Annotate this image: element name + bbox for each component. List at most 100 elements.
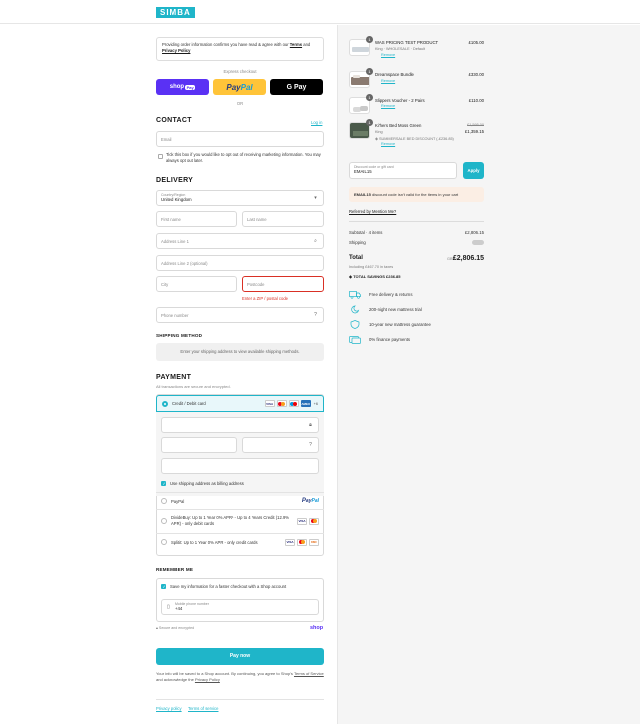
help-icon[interactable]: ? [312,312,319,319]
radio-paypal[interactable] [161,498,167,504]
email-field[interactable]: Email [156,131,324,147]
radio-card[interactable] [162,400,168,407]
feature-text: 0% finance payments [369,337,411,342]
login-link[interactable]: Log in [311,120,322,125]
item-original-price: £1,595.00 [467,123,484,127]
shipping-label: Shipping [349,240,366,245]
total-savings: ◈ TOTAL SAVINGS £236.85 [349,274,401,279]
radio-splitit[interactable] [161,539,167,545]
apply-discount-button[interactable]: Apply [463,162,484,179]
city-field[interactable]: City [156,276,237,292]
privacy-policy-footer-link[interactable]: Privacy policy [156,706,182,711]
pay-now-button[interactable]: Pay now [156,648,324,665]
shop-terms-link[interactable]: Terms of Service [294,671,324,676]
shop-account-notice: Your info will be saved to a Shop accoun… [156,671,324,682]
secure-note: 🔒︎ Secure and encrypted [156,626,195,630]
subtotal-label: Subtotal · 4 items [349,230,383,235]
paypal-logo: PayPal [301,498,319,504]
quantity-badge: 1 [366,36,373,43]
payment-option-paypal[interactable]: PayPal PayPal [156,494,324,508]
mastercard-icon [297,538,307,546]
shield-icon [350,320,360,329]
remember-me-heading: REMEMBER ME [156,567,194,572]
payment-option-dividebuy[interactable]: DivideBuy: Up to 1 Year 0% APR¹ - Up to … [156,511,324,531]
item-name: WAS PRICING TEST PRODUCT [375,40,439,45]
terms-of-service-footer-link[interactable]: Terms of service [188,706,218,711]
feature-text: 10-year new mattress guarantee [369,322,431,327]
country-select[interactable]: Country/Region United Kingdom ▾ [156,190,324,206]
search-icon: ⌕ [314,238,317,244]
phone-icon: ▯ [167,604,170,610]
visa-icon: VISA [285,538,295,546]
shop-pay-button[interactable]: shop Pay [156,79,209,95]
postcode-error: Enter a ZIP / postal code [242,296,289,301]
shipping-method-placeholder: Enter your shipping address to view avai… [156,343,324,361]
visa-icon: VISA [297,517,307,525]
shop-privacy-link[interactable]: Privacy Policy [195,677,220,682]
discover-icon: DISC [309,538,319,546]
mobile-phone-field[interactable]: ▯ Mobile phone number +44 [161,599,319,615]
save-info-row[interactable]: Save my information for a faster checkou… [156,582,324,591]
first-name-field[interactable]: First name [156,211,237,227]
item-price: £110.00 [468,98,484,103]
shop-logo: shop [310,625,324,631]
tax-note: Including £467.70 in taxes [349,265,394,269]
optout-label: Tick this box if you would like to opt o… [166,152,321,163]
delivery-heading: DELIVERY [156,177,194,184]
address-line-2-field[interactable]: Address Line 2 (optional) [156,255,324,271]
terms-link[interactable]: Terms [290,42,302,47]
item-name: Slippers Voucher - 2 Pairs [375,98,425,103]
cvv-field[interactable]: ? [242,437,319,453]
remove-item-button[interactable]: Remove [381,79,395,83]
card-number-field[interactable]: 🔒︎ [161,417,319,433]
mastercard-icon [309,517,319,525]
item-price: £105.00 [468,40,484,45]
name-on-card-field[interactable] [161,458,319,474]
site-header: SIMBA [0,0,640,24]
shipping-method-heading: SHIPPING METHOD [156,333,203,338]
remove-item-button[interactable]: Remove [381,104,395,108]
postcode-field[interactable]: Postcode [242,276,324,292]
help-icon[interactable]: ? [307,442,314,449]
item-variant: King · WHOLESALE · Default [375,47,426,51]
billing-same-row[interactable]: Use shipping address as billing address [156,479,324,488]
chevron-down-icon: ▾ [314,195,317,201]
terms-notice: Providing order information confirms you… [156,37,324,61]
remove-item-button[interactable]: Remove [381,53,395,57]
remove-item-button[interactable]: Remove [381,142,395,146]
payment-option-card[interactable]: Credit / Debit card VISA AMEX +6 [156,395,324,412]
mastercard-icon [276,400,287,407]
discount-code-field[interactable]: Discount code or gift card EMAIL15 [349,162,457,179]
google-pay-button[interactable]: G Pay [270,79,323,95]
expiry-field[interactable] [161,437,237,453]
item-price: £330.00 [468,72,484,77]
discount-error-banner: EMAIL15 discount code isn't valid for th… [349,187,484,202]
total-value: £2,806.15 [452,255,484,262]
card-icon [349,336,361,344]
address-line-1-field[interactable]: Address Line 1 ⌕ [156,233,324,249]
save-info-checkbox[interactable] [161,584,166,589]
mention-me-link[interactable]: Referred by Mention Me? [349,209,396,214]
contact-heading: CONTACT [156,117,192,124]
payment-heading: PAYMENT [156,374,192,381]
privacy-policy-link[interactable]: Privacy Policy [162,48,190,53]
shipping-value-placeholder [472,240,484,245]
item-discount: ◈ SUMMERSALE BED DISCOUNT (-£236.85) [375,137,454,141]
simba-logo[interactable]: SIMBA [156,7,195,18]
maestro-icon [288,400,299,407]
express-checkout-label: Express checkout [223,69,257,74]
billing-same-checkbox[interactable] [161,481,166,486]
phone-field[interactable]: Phone number ? [156,307,324,323]
lock-icon: 🔒︎ [309,422,312,428]
feature-text: 200-night new mattress trial [369,307,422,312]
paypal-express-button[interactable]: Pay Pal [213,79,266,95]
visa-icon: VISA [264,400,275,407]
payment-option-splitit[interactable]: Splitit: Up to 1 Year 0% APR - only cred… [156,536,324,548]
item-name: Ki'hers Bed Moss Green [375,123,422,128]
item-price: £1,359.15 [464,129,484,134]
radio-dividebuy[interactable] [161,518,167,524]
optout-checkbox[interactable] [158,154,163,161]
quantity-badge: 1 [366,119,373,126]
last-name-field[interactable]: Last name [242,211,324,227]
payment-subtitle: All transactions are secure and encrypte… [156,384,231,389]
